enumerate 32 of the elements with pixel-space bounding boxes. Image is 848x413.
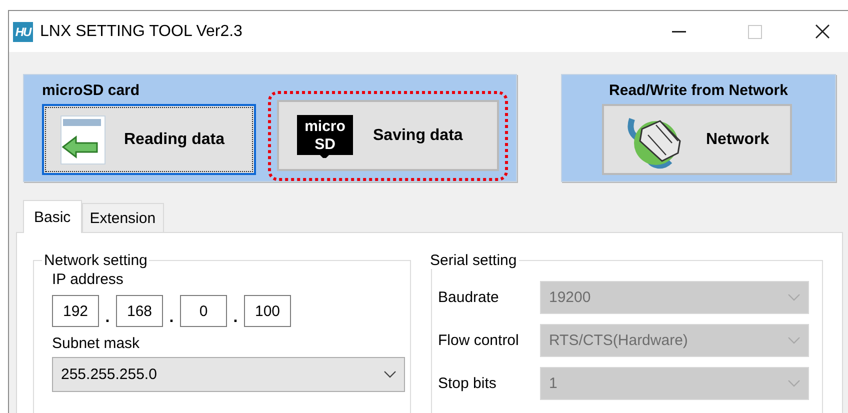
ip-octet-field[interactable]: 0 bbox=[180, 295, 227, 327]
ip-octet-field[interactable]: 100 bbox=[244, 295, 291, 327]
ip-octet-field[interactable]: 192 bbox=[52, 295, 99, 327]
action-button[interactable]: micro SD Saving data bbox=[277, 100, 499, 171]
chevron-down-icon bbox=[788, 337, 800, 344]
ip-separator: . bbox=[168, 309, 175, 327]
ip-separator: . bbox=[104, 309, 111, 327]
app-logo: HU bbox=[13, 22, 33, 42]
close-icon bbox=[814, 24, 830, 39]
action-button[interactable]: Reading data bbox=[42, 104, 256, 175]
maximize-icon bbox=[748, 24, 762, 38]
panel-title: Read/Write from Network bbox=[609, 82, 788, 99]
ip-octet-field[interactable]: 168 bbox=[116, 295, 163, 327]
microsd-card-icon: micro SD bbox=[295, 112, 355, 158]
action-button[interactable]: Network bbox=[602, 104, 792, 175]
window-title: LNX SETTING TOOL Ver2.3 bbox=[40, 22, 244, 40]
tab[interactable]: Basic bbox=[23, 200, 82, 233]
chevron-down-icon bbox=[384, 371, 396, 378]
group-title: Serial setting bbox=[429, 252, 518, 269]
ip-separator: . bbox=[232, 309, 239, 327]
field-label: Flow control bbox=[438, 332, 520, 349]
minimize-icon bbox=[672, 30, 686, 32]
panel-title: microSD card bbox=[42, 82, 140, 99]
chevron-down-icon bbox=[788, 380, 800, 387]
field-label: Baudrate bbox=[438, 289, 500, 306]
field-label: Stop bits bbox=[438, 375, 498, 392]
field-label: Subnet mask bbox=[52, 335, 140, 352]
field-label: IP address bbox=[52, 271, 124, 288]
subnet-dropdown[interactable]: 255.255.255.0 bbox=[52, 357, 405, 392]
chevron-down-icon bbox=[788, 294, 800, 301]
tab[interactable]: Extension bbox=[82, 203, 164, 232]
group-title: Network setting bbox=[43, 252, 148, 269]
